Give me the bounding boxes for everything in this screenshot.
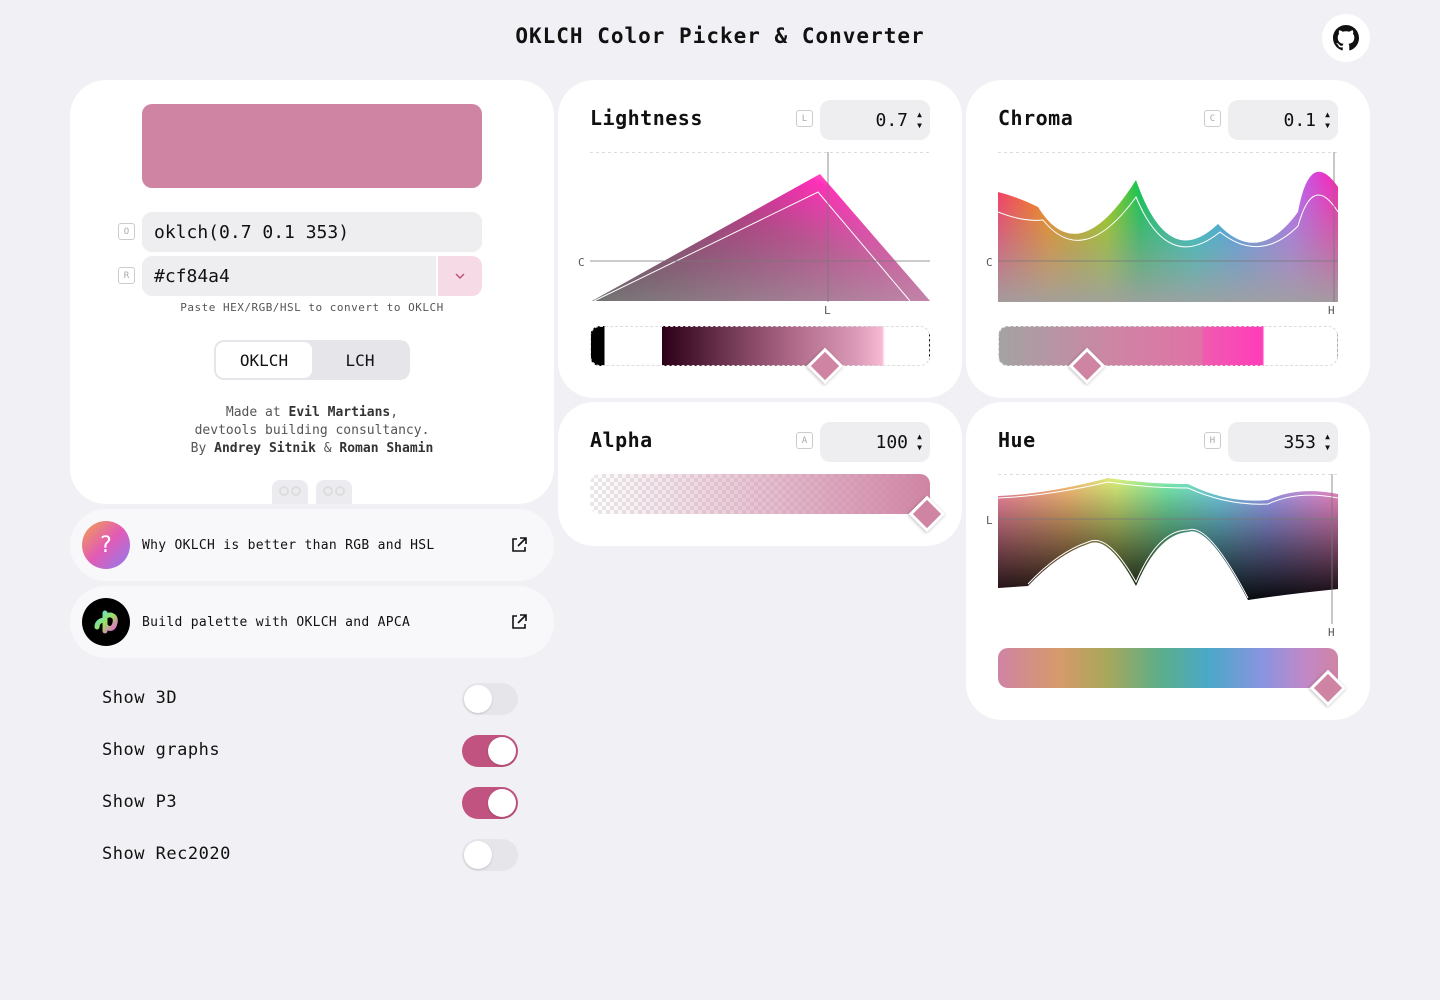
hue-axis-h: H — [1328, 626, 1335, 639]
link-why-oklch-label: Why OKLCH is better than RGB and HSL — [142, 537, 435, 553]
alpha-card: Alpha A 100 ▲ ▼ — [558, 402, 962, 546]
huetone-logo-icon — [82, 598, 130, 646]
chroma-axis-c: C — [986, 256, 993, 269]
toggle-3d[interactable] — [462, 683, 518, 715]
spinner-icon[interactable]: ▲ ▼ — [917, 431, 922, 453]
github-icon — [1333, 25, 1359, 51]
chroma-key-badge: C — [1204, 110, 1221, 127]
chroma-card: Chroma C 0.1 ▲ ▼ C H — [966, 80, 1370, 398]
mode-switch: OKLCH LCH — [214, 340, 410, 380]
lightness-title: Lightness — [590, 106, 703, 130]
hue-value: 353 — [1283, 431, 1316, 453]
lightness-graph — [590, 152, 930, 302]
martians-logo-icon — [272, 480, 352, 504]
toggle-graphs-label: Show graphs — [102, 740, 221, 760]
lightness-value: 0.7 — [875, 109, 908, 131]
hex-input[interactable]: #cf84a4 — [142, 256, 436, 296]
alpha-title: Alpha — [590, 428, 653, 452]
chevron-down-icon — [455, 273, 465, 280]
alpha-key-badge: A — [796, 432, 813, 449]
link-huetone-label: Build palette with OKLCH and APCA — [142, 614, 411, 630]
toggle-knob — [488, 737, 516, 765]
color-card: O oklch(0.7 0.1 353) R #cf84a4 Paste HEX… — [70, 80, 554, 504]
chroma-graph — [998, 152, 1338, 302]
lightness-slider[interactable] — [590, 326, 930, 366]
mode-oklch-button[interactable]: OKLCH — [216, 342, 312, 378]
lightness-axis-c: C — [578, 256, 585, 269]
hue-graph — [998, 474, 1338, 624]
credits-amp: & — [323, 441, 332, 456]
link-huetone[interactable]: Build palette with OKLCH and APCA — [70, 586, 554, 658]
toggle-graphs[interactable] — [462, 735, 518, 767]
toggle-rec2020-label: Show Rec2020 — [102, 844, 231, 864]
toggle-p3[interactable] — [462, 787, 518, 819]
credits-tagline: devtools building consultancy. — [194, 423, 430, 438]
spinner-icon[interactable]: ▲ ▼ — [1325, 109, 1330, 131]
oklch-key-badge: O — [118, 223, 135, 240]
hue-slider[interactable] — [998, 648, 1338, 688]
page-title: OKLCH Color Picker & Converter — [515, 24, 925, 48]
credits: Made at Evil Martians, devtools building… — [70, 404, 554, 458]
chroma-axis-h: H — [1328, 304, 1335, 317]
lightness-card: Lightness L 0.7 ▲ ▼ C L — [558, 80, 962, 398]
external-link-icon — [512, 614, 527, 629]
hue-axis-l: L — [986, 514, 993, 527]
external-link-icon — [512, 537, 527, 552]
github-link[interactable] — [1322, 14, 1370, 62]
chroma-title: Chroma — [998, 106, 1074, 130]
spinner-icon[interactable]: ▲ ▼ — [1325, 431, 1330, 453]
alpha-slider[interactable] — [590, 474, 930, 514]
hue-card: Hue H 353 ▲ ▼ L H — [966, 402, 1370, 720]
mode-lch-button[interactable]: LCH — [312, 342, 408, 378]
author2-link[interactable]: Roman Shamin — [339, 441, 433, 456]
question-icon: ? — [82, 521, 130, 569]
color-preview — [142, 104, 482, 188]
lightness-axis-l: L — [824, 304, 831, 317]
hue-key-badge: H — [1204, 432, 1221, 449]
toggle-p3-label: Show P3 — [102, 792, 178, 812]
toggle-knob — [464, 841, 492, 869]
author1-link[interactable]: Andrey Sitnik — [214, 441, 316, 456]
toggle-knob — [464, 685, 492, 713]
credits-by: By — [190, 441, 207, 456]
chroma-slider[interactable] — [998, 326, 1338, 366]
format-dropdown-button[interactable] — [436, 256, 482, 296]
hue-title: Hue — [998, 428, 1036, 452]
chroma-value: 0.1 — [1283, 109, 1316, 131]
paste-hint: Paste HEX/RGB/HSL to convert to OKLCH — [180, 301, 444, 314]
rgb-key-badge: R — [118, 267, 135, 284]
lightness-input[interactable]: 0.7 ▲ ▼ — [820, 100, 930, 140]
toggle-rec2020[interactable] — [462, 839, 518, 871]
company-link[interactable]: Evil Martians — [289, 405, 391, 420]
hue-input[interactable]: 353 ▲ ▼ — [1228, 422, 1338, 462]
alpha-value: 100 — [875, 431, 908, 453]
oklch-input[interactable]: oklch(0.7 0.1 353) — [142, 212, 482, 252]
toggle-knob — [488, 789, 516, 817]
toggle-3d-label: Show 3D — [102, 688, 178, 708]
credits-made-at: Made at — [225, 405, 281, 420]
alpha-input[interactable]: 100 ▲ ▼ — [820, 422, 930, 462]
lightness-key-badge: L — [796, 110, 813, 127]
spinner-icon[interactable]: ▲ ▼ — [917, 109, 922, 131]
link-why-oklch[interactable]: ? Why OKLCH is better than RGB and HSL — [70, 509, 554, 581]
chroma-input[interactable]: 0.1 ▲ ▼ — [1228, 100, 1338, 140]
